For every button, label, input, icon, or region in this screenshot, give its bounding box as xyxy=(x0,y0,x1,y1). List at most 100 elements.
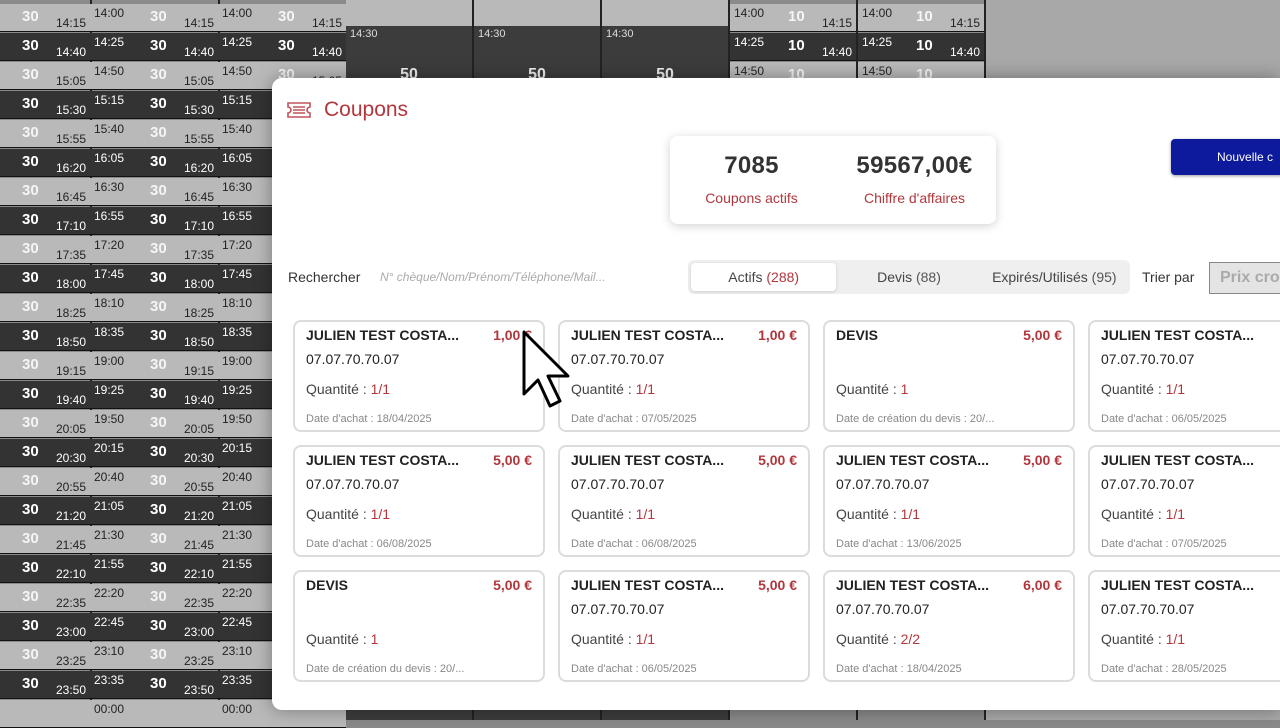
schedule-slot[interactable]: 30 23:50 xyxy=(0,671,90,699)
schedule-slot[interactable]: 23:353023:50 xyxy=(90,671,218,699)
schedule-slot[interactable]: 00:00 xyxy=(90,700,218,728)
coupon-date: Date d'achat : 18/04/2025 xyxy=(836,663,962,675)
schedule-slot[interactable]: 16:303016:45 xyxy=(90,178,218,206)
quantity-value: 1/1 xyxy=(635,506,656,522)
sort-select[interactable]: Prix cro xyxy=(1209,262,1280,294)
coupon-price: 5,00 € xyxy=(493,577,532,593)
schedule-slot[interactable]: 30 23:25 xyxy=(0,642,90,670)
coupon-date: Date d'achat : 28/05/2025 xyxy=(1101,663,1227,675)
tab-devis[interactable]: Devis (88) xyxy=(836,263,981,291)
schedule-slot[interactable]: 22:453023:00 xyxy=(90,613,218,641)
schedule-slot[interactable]: 30 15:05 xyxy=(0,62,90,90)
quantity-label: Quantité : xyxy=(306,631,367,647)
schedule-slot[interactable]: 30 20:55 xyxy=(0,468,90,496)
schedule-slot[interactable]: 20:403020:55 xyxy=(90,468,218,496)
schedule-slot[interactable]: 30 14:40 xyxy=(0,33,90,61)
schedule-slot[interactable] xyxy=(0,700,90,728)
schedule-slot[interactable]: 30 22:35 xyxy=(0,584,90,612)
schedule-slot[interactable]: 15:153015:30 xyxy=(90,91,218,119)
schedule-slot[interactable]: 30 20:30 xyxy=(0,439,90,467)
stats-panel: 7085 Coupons actifs 59567,00€ Chiffre d'… xyxy=(670,136,996,224)
coupon-quantity: Quantité : 1/1 xyxy=(1101,506,1185,522)
schedule-slot[interactable]: 14:25 30 14:40 xyxy=(90,33,218,61)
ticket-icon xyxy=(287,102,311,118)
schedule-slot[interactable]: 30 17:10 xyxy=(0,207,90,235)
coupon-phone: 07.07.70.70.07 xyxy=(306,351,400,367)
schedule-slot[interactable]: 19:253019:40 xyxy=(90,381,218,409)
schedule-slot[interactable]: 17:203017:35 xyxy=(90,236,218,264)
schedule-slot[interactable]: 30 17:35 xyxy=(0,236,90,264)
schedule-slot[interactable]: 30 21:20 xyxy=(0,497,90,525)
coupon-card[interactable]: JULIEN TEST COSTA... 1,00 €07.07.70.70.07… xyxy=(293,320,545,432)
coupon-card[interactable]: JULIEN TEST COSTA... 07.07.70.70.07 Quanti… xyxy=(1088,445,1280,557)
schedule-slot[interactable]: 22:203022:35 xyxy=(90,584,218,612)
coupon-card[interactable]: JULIEN TEST COSTA... 07.07.70.70.07 Quanti… xyxy=(1088,570,1280,682)
schedule-slot[interactable]: 30 18:25 xyxy=(0,294,90,322)
schedule-slot[interactable]: 30 14:15 xyxy=(0,4,90,32)
coupon-price: 5,00 € xyxy=(493,452,532,468)
coupon-card[interactable]: JULIEN TEST COSTA... 1,00 €07.07.70.70.07… xyxy=(558,320,810,432)
schedule-slot[interactable]: 30 20:05 xyxy=(0,410,90,438)
tab-actifs[interactable]: Actifs (288) xyxy=(691,263,837,291)
schedule-slot[interactable]: 14:00 10 14:15 xyxy=(858,4,984,32)
coupon-name: JULIEN TEST COSTA... xyxy=(571,327,724,343)
schedule-slot[interactable]: 30 15:55 xyxy=(0,120,90,148)
schedule-slot[interactable]: 30 18:50 xyxy=(0,323,90,351)
schedule-block-header xyxy=(474,0,602,26)
schedule-slot[interactable]: 18:103018:25 xyxy=(90,294,218,322)
coupon-card[interactable]: JULIEN TEST COSTA... 5,00 € 07.07.70.70.07… xyxy=(558,445,810,557)
schedule-slot[interactable]: 30 19:15 xyxy=(0,352,90,380)
schedule-slot[interactable]: 14:00 10 14:15 xyxy=(730,4,856,32)
schedule-slot[interactable]: 18:353018:50 xyxy=(90,323,218,351)
coupon-phone: 07.07.70.70.07 xyxy=(1101,351,1195,367)
schedule-slot[interactable]: 30 22:10 xyxy=(0,555,90,583)
stat-value: 59567,00€ xyxy=(856,152,973,179)
coupon-quantity: Quantité : 1/1 xyxy=(571,631,655,647)
schedule-slot[interactable]: 14:25 30 14:40 xyxy=(218,33,346,61)
schedule-slot[interactable]: 30 16:45 xyxy=(0,178,90,206)
schedule-slot[interactable]: 30 19:40 xyxy=(0,381,90,409)
schedule-slot[interactable]: 14:503015:05 xyxy=(90,62,218,90)
coupon-card[interactable]: DEVIS 5,00 € Quantité : 1 Date de création … xyxy=(293,570,545,682)
schedule-slot[interactable]: 19:503020:05 xyxy=(90,410,218,438)
schedule-slot[interactable]: 19:003019:15 xyxy=(90,352,218,380)
coupon-price: 6,00 € xyxy=(1023,577,1062,593)
schedule-slot[interactable]: 14:25 10 14:40 xyxy=(858,33,984,61)
schedule-slot[interactable]: 14:00 30 14:15 xyxy=(90,4,218,32)
coupon-date: Date de création du devis : 20/... xyxy=(836,413,995,425)
schedule-slot[interactable]: 21:553022:10 xyxy=(90,555,218,583)
schedule-slot[interactable]: 16:053016:20 xyxy=(90,149,218,177)
schedule-column: 14:003014:1514:253014:4014:503015:0515:1… xyxy=(90,0,220,728)
modal-header: Coupons xyxy=(286,98,408,122)
coupon-quantity: Quantité : 1 xyxy=(306,631,378,647)
quantity-label: Quantité : xyxy=(306,506,367,522)
coupon-card[interactable]: JULIEN TEST COSTA... 6,00 € 07.07.70.70.07… xyxy=(823,570,1075,682)
schedule-slot[interactable]: 14:25 10 14:40 xyxy=(730,33,856,61)
coupon-card[interactable]: JULIEN TEST COSTA... 5,00 € 07.07.70.70.07… xyxy=(558,570,810,682)
schedule-slot[interactable]: 30 15:30 xyxy=(0,91,90,119)
coupon-date: Date de création du devis : 20/... xyxy=(306,663,465,675)
schedule-slot[interactable]: 21:053021:20 xyxy=(90,497,218,525)
search-input[interactable] xyxy=(378,266,652,288)
mouse-cursor-icon xyxy=(522,330,570,408)
schedule-slot[interactable]: 30 16:20 xyxy=(0,149,90,177)
coupon-card[interactable]: JULIEN TEST COSTA... 5,00 € 07.07.70.70.07… xyxy=(293,445,545,557)
schedule-slot[interactable]: 16:553017:10 xyxy=(90,207,218,235)
schedule-slot[interactable]: 20:153020:30 xyxy=(90,439,218,467)
schedule-slot[interactable]: 21:303021:45 xyxy=(90,526,218,554)
coupon-card[interactable]: DEVIS 5,00 € Quantité : 1 Date de création … xyxy=(823,320,1075,432)
coupon-phone: 07.07.70.70.07 xyxy=(836,601,930,617)
schedule-slot[interactable]: 17:453018:00 xyxy=(90,265,218,293)
schedule-slot[interactable]: 30 21:45 xyxy=(0,526,90,554)
schedule-slot[interactable]: 30 18:00 xyxy=(0,265,90,293)
schedule-slot[interactable]: 23:103023:25 xyxy=(90,642,218,670)
coupon-card[interactable]: JULIEN TEST COSTA... 5,00 € 07.07.70.70.07… xyxy=(823,445,1075,557)
coupon-phone: 07.07.70.70.07 xyxy=(1101,476,1195,492)
stat-label: Chiffre d'affaires xyxy=(864,190,965,206)
schedule-slot[interactable]: 15:403015:55 xyxy=(90,120,218,148)
coupon-card[interactable]: JULIEN TEST COSTA... 07.07.70.70.07 Quanti… xyxy=(1088,320,1280,432)
tab-expires-utilises[interactable]: Expirés/Utilisés (95) xyxy=(982,263,1127,291)
schedule-slot[interactable]: 30 23:00 xyxy=(0,613,90,641)
schedule-slot[interactable]: 14:00 30 14:15 xyxy=(218,4,346,32)
new-coupon-button[interactable]: Nouvelle c xyxy=(1171,139,1280,175)
